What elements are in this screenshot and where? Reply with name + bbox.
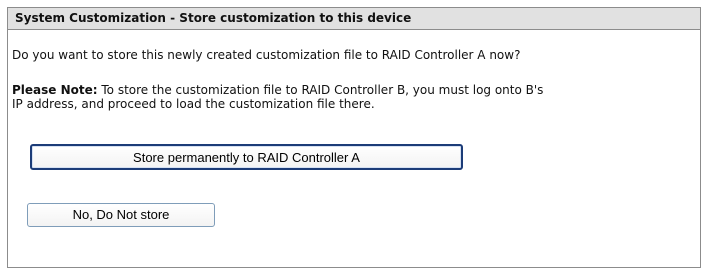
note-line-2: IP address, and proceed to load the cust… <box>12 97 375 111</box>
panel-title: System Customization - Store customizati… <box>8 8 700 30</box>
note-text: Please Note: To store the customization … <box>12 83 543 111</box>
store-question: Do you want to store this newly created … <box>12 48 521 62</box>
note-line-1: To store the customization file to RAID … <box>97 83 544 97</box>
note-label: Please Note: <box>12 83 98 97</box>
customization-panel: System Customization - Store customizati… <box>7 7 701 268</box>
do-not-store-button[interactable]: No, Do Not store <box>27 203 215 227</box>
store-permanently-button[interactable]: Store permanently to RAID Controller A <box>30 144 463 170</box>
